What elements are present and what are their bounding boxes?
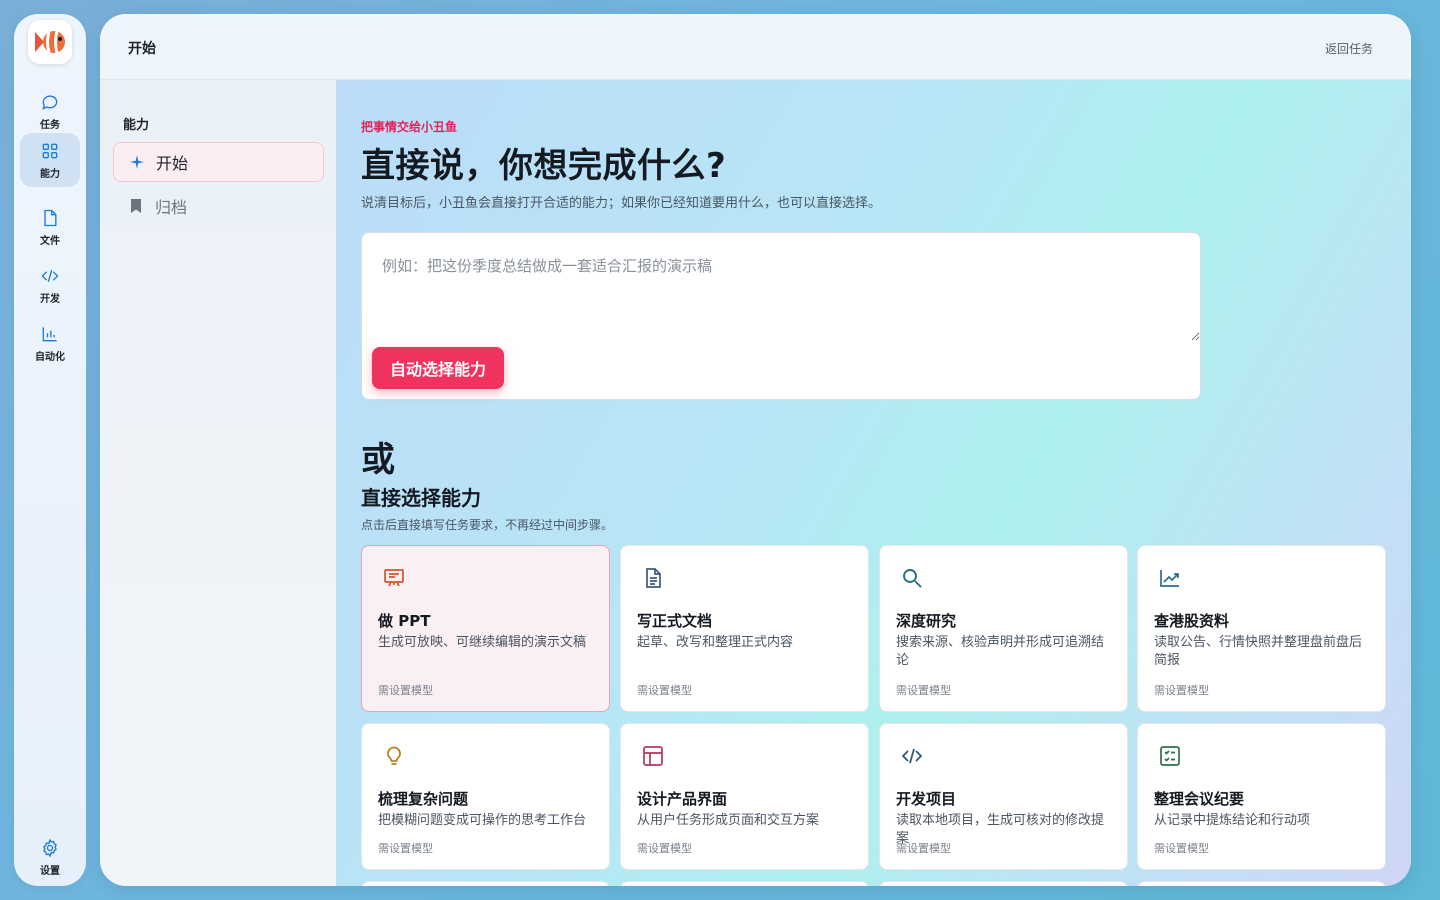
lightbulb-icon (387, 746, 401, 765)
card-footer: 需设置模型 (1154, 684, 1209, 697)
hero-heading: 直接说，你想完成什么? (361, 146, 727, 186)
gear-icon (43, 838, 57, 857)
card-description: 从记录中提炼结论和行动项 (1154, 813, 1311, 828)
or-divider-text: 或 (361, 440, 395, 480)
card-description: 起草、改写和整理正式内容 (637, 635, 794, 650)
card-title: 设计产品界面 (637, 790, 728, 808)
chart-icon (42, 326, 57, 341)
main-window: 开始 返回任务 能力 开始 归档 把事情交给小丑鱼 直接说，你想完成什么? 说清… (100, 14, 1411, 886)
card-description: 从用户任务形成页面和交互方案 (637, 813, 820, 828)
file-icon (44, 209, 57, 226)
capability-card-hk-stocks[interactable]: 查港股资料 读取公告、行情快照并整理盘前盘后简报 需设置模型 (1137, 545, 1386, 712)
card-footer: 需设置模型 (896, 842, 951, 855)
rail-item-dev[interactable]: 开发 (20, 258, 80, 312)
code-icon (41, 269, 59, 282)
rail-item-label: 自动化 (35, 351, 65, 363)
card-footer: 需设置模型 (1154, 842, 1209, 855)
capability-card-partial[interactable] (620, 881, 869, 886)
card-title: 整理会议纪要 (1154, 790, 1245, 808)
card-title: 做 PPT (378, 612, 431, 630)
chat-bubble-icon (42, 94, 58, 110)
capability-card-meeting-notes[interactable]: 整理会议纪要 从记录中提炼结论和行动项 需设置模型 (1137, 723, 1386, 870)
grid-icon (42, 143, 58, 158)
rail-item-label: 文件 (40, 235, 60, 247)
content-area: 把事情交给小丑鱼 直接说，你想完成什么? 说清目标后，小丑鱼会直接打开合适的能力… (336, 80, 1411, 886)
capability-card-formal-doc[interactable]: 写正式文档 起草、改写和整理正式内容 需设置模型 (620, 545, 869, 712)
subnav-item-label: 开始 (156, 154, 189, 173)
card-description: 搜索来源、核验声明并形成可追溯结论 (896, 635, 1105, 668)
capability-card-partial[interactable] (879, 881, 1128, 886)
capability-card-ppt[interactable]: 做 PPT 生成可放映、可继续编辑的演示文稿 需设置模型 (361, 545, 610, 712)
page-title: 开始 (128, 41, 156, 57)
card-title: 梳理复杂问题 (378, 790, 469, 808)
card-footer: 需设置模型 (896, 684, 951, 697)
capability-card-partial[interactable] (1137, 881, 1386, 886)
presentation-icon (384, 569, 404, 587)
document-icon (646, 568, 661, 588)
rail-item-settings[interactable]: 设置 (20, 830, 80, 884)
code-icon (901, 748, 923, 764)
section-subtitle: 点击后直接填写任务要求，不再经过中间步骤。 (361, 518, 614, 532)
card-footer: 需设置模型 (637, 684, 692, 697)
card-footer: 需设置模型 (378, 684, 433, 697)
rail-item-label: 任务 (40, 119, 60, 131)
layout-icon (643, 746, 663, 766)
capability-card-research[interactable]: 深度研究 搜索来源、核验声明并形成可追溯结论 需设置模型 (879, 545, 1128, 712)
app-logo[interactable] (28, 20, 72, 64)
card-title: 深度研究 (896, 612, 957, 630)
card-footer: 需设置模型 (378, 842, 433, 855)
card-description: 把模糊问题变成可操作的思考工作台 (378, 813, 587, 828)
rail-item-label: 设置 (40, 865, 60, 877)
card-title: 查港股资料 (1154, 612, 1230, 630)
capability-card-complex-problem[interactable]: 梳理复杂问题 把模糊问题变成可操作的思考工作台 需设置模型 (361, 723, 610, 870)
bookmark-icon (127, 197, 145, 215)
rail-item-files[interactable]: 文件 (20, 200, 80, 254)
rail-item-tasks[interactable]: 任务 (20, 84, 80, 138)
checklist-icon (1160, 746, 1180, 766)
sparkle-icon (128, 153, 146, 171)
subnav-item-start[interactable]: 开始 (113, 142, 324, 182)
capability-card-partial[interactable] (361, 881, 610, 886)
back-to-tasks-link[interactable]: 返回任务 (1325, 40, 1373, 57)
eyebrow-text: 把事情交给小丑鱼 (361, 120, 458, 134)
prompt-input[interactable] (362, 233, 1200, 341)
hero-subtitle: 说清目标后，小丑鱼会直接打开合适的能力；如果你已经知道要用什么，也可以直接选择。 (361, 196, 882, 211)
top-bar: 开始 返回任务 (100, 14, 1411, 80)
section-title: 直接选择能力 (361, 486, 481, 510)
capability-card-product-ui[interactable]: 设计产品界面 从用户任务形成页面和交互方案 需设置模型 (620, 723, 869, 870)
clownfish-logo-icon (35, 30, 65, 54)
card-title: 写正式文档 (637, 612, 713, 630)
rail-item-automation[interactable]: 自动化 (20, 316, 80, 370)
card-description: 读取公告、行情快照并整理盘前盘后简报 (1154, 635, 1363, 668)
rail-item-label: 能力 (40, 168, 60, 180)
prompt-box: 自动选择能力 (361, 232, 1201, 400)
card-title: 开发项目 (896, 790, 957, 808)
auto-select-button[interactable]: 自动选择能力 (372, 347, 505, 389)
rail-item-label: 开发 (40, 293, 60, 305)
subnav-item-label: 归档 (155, 198, 188, 217)
rail-item-capabilities[interactable]: 能力 (20, 133, 80, 187)
card-description: 生成可放映、可继续编辑的演示文稿 (378, 635, 587, 650)
card-footer: 需设置模型 (637, 842, 692, 855)
capability-card-dev-project[interactable]: 开发项目 读取本地项目，生成可核对的修改提案 需设置模型 (879, 723, 1128, 870)
search-icon (903, 569, 922, 588)
app-rail: 任务 能力 文件 开发 自动化 设置 (14, 14, 86, 886)
trend-chart-icon (1160, 570, 1179, 587)
subnav-heading: 能力 (123, 118, 150, 133)
capabilities-subnav: 能力 开始 归档 (100, 80, 336, 886)
subnav-item-archive[interactable]: 归档 (113, 186, 324, 226)
